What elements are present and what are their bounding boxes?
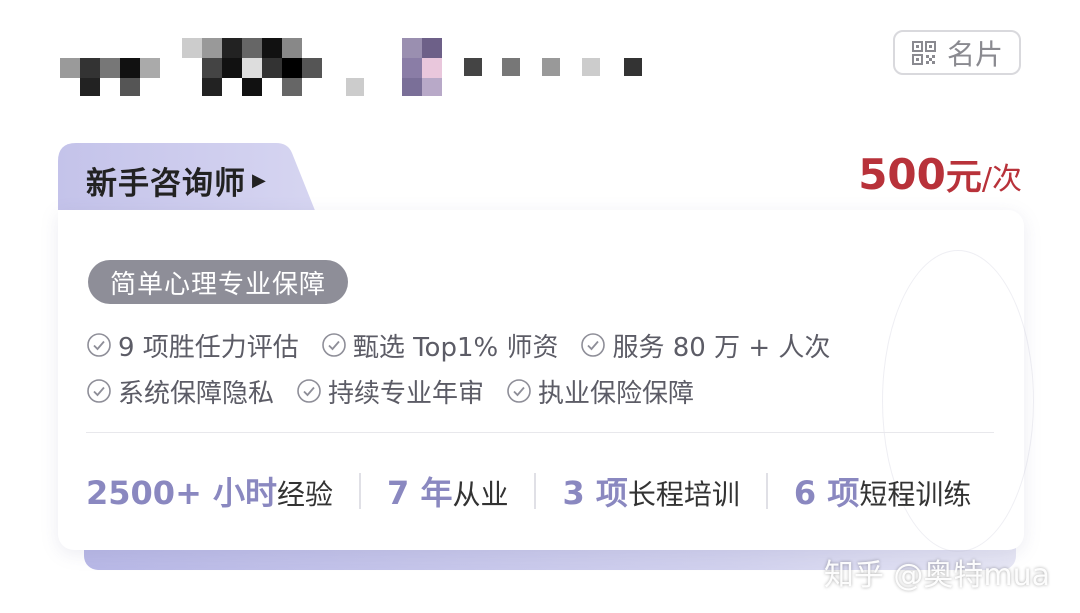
- price-amount: 500: [858, 150, 946, 199]
- feature-item: 服务 80 万 + 人次: [580, 327, 830, 364]
- stat-years: 7 年 从业: [387, 468, 508, 514]
- price-per-session: /次: [981, 162, 1022, 197]
- stat-separator: [359, 473, 362, 509]
- feature-row: 9 项胜任力评估 甄选 Top1% 师资 服务 80 万 + 人次: [86, 322, 986, 368]
- check-circle-icon: [507, 379, 531, 403]
- stat-short-training: 6 项 短程训练: [794, 468, 971, 514]
- check-circle-icon: [87, 379, 111, 403]
- check-circle-icon: [87, 333, 111, 357]
- stat-label: 长程培训: [627, 478, 740, 511]
- play-arrow-icon: ▶: [252, 170, 267, 191]
- blurred-counselor-name: [58, 30, 658, 100]
- guarantee-card: 简单心理专业保障 9 项胜任力评估 甄选 Top1% 师资 服务 80 万 + …: [58, 210, 1034, 552]
- feature-text: 9 项胜任力评估: [118, 332, 299, 363]
- business-card-button[interactable]: 名片: [893, 30, 1021, 75]
- session-price: 500 元 /次: [858, 148, 1022, 200]
- feature-text: 系统保障隐私: [118, 378, 275, 409]
- stat-long-training: 3 项 长程培训: [562, 468, 739, 514]
- check-circle-icon: [322, 333, 346, 357]
- qr-card-icon: [911, 40, 936, 65]
- price-currency: 元: [945, 157, 982, 198]
- feature-text: 服务 80 万 + 人次: [612, 332, 831, 363]
- feature-text: 持续专业年审: [328, 378, 485, 409]
- feature-text: 甄选 Top1% 师资: [352, 332, 559, 363]
- stat-separator: [534, 473, 537, 509]
- stat-label: 从业: [452, 478, 509, 511]
- stat-number: 7 年: [387, 474, 453, 512]
- feature-item: 9 项胜任力评估: [86, 327, 299, 364]
- feature-item: 持续专业年审: [296, 373, 484, 410]
- business-card-label: 名片: [946, 37, 1003, 71]
- stat-number: 6 项: [793, 474, 860, 512]
- feature-item: 执业保险保障: [506, 373, 694, 410]
- counselor-level-tab[interactable]: 新手咨询师 ▶: [58, 143, 318, 213]
- feature-list: 9 项胜任力评估 甄选 Top1% 师资 服务 80 万 + 人次 系统保障隐私…: [86, 322, 986, 414]
- counselor-level-label: 新手咨询师: [86, 166, 246, 202]
- stat-number: 2500+ 小时: [86, 474, 278, 512]
- stat-number: 3 项: [562, 474, 628, 512]
- check-circle-icon: [581, 333, 606, 357]
- stat-hours: 2500+ 小时 经验: [86, 468, 333, 514]
- stat-label: 经验: [277, 478, 334, 511]
- feature-item: 系统保障隐私: [86, 373, 274, 410]
- experience-stats: 2500+ 小时 经验 7 年 从业 3 项 长程培训 6 项 短程训练: [86, 466, 994, 516]
- guarantee-badge: 简单心理专业保障: [88, 260, 349, 304]
- stat-separator: [765, 473, 768, 509]
- zhihu-watermark: 知乎 @奥特mua: [823, 558, 1050, 593]
- feature-row: 系统保障隐私 持续专业年审 执业保险保障: [86, 368, 986, 414]
- check-circle-icon: [297, 379, 321, 403]
- stat-label: 短程训练: [859, 478, 972, 511]
- card-divider: [86, 432, 994, 433]
- feature-item: 甄选 Top1% 师资: [321, 327, 559, 364]
- feature-text: 执业保险保障: [538, 378, 695, 409]
